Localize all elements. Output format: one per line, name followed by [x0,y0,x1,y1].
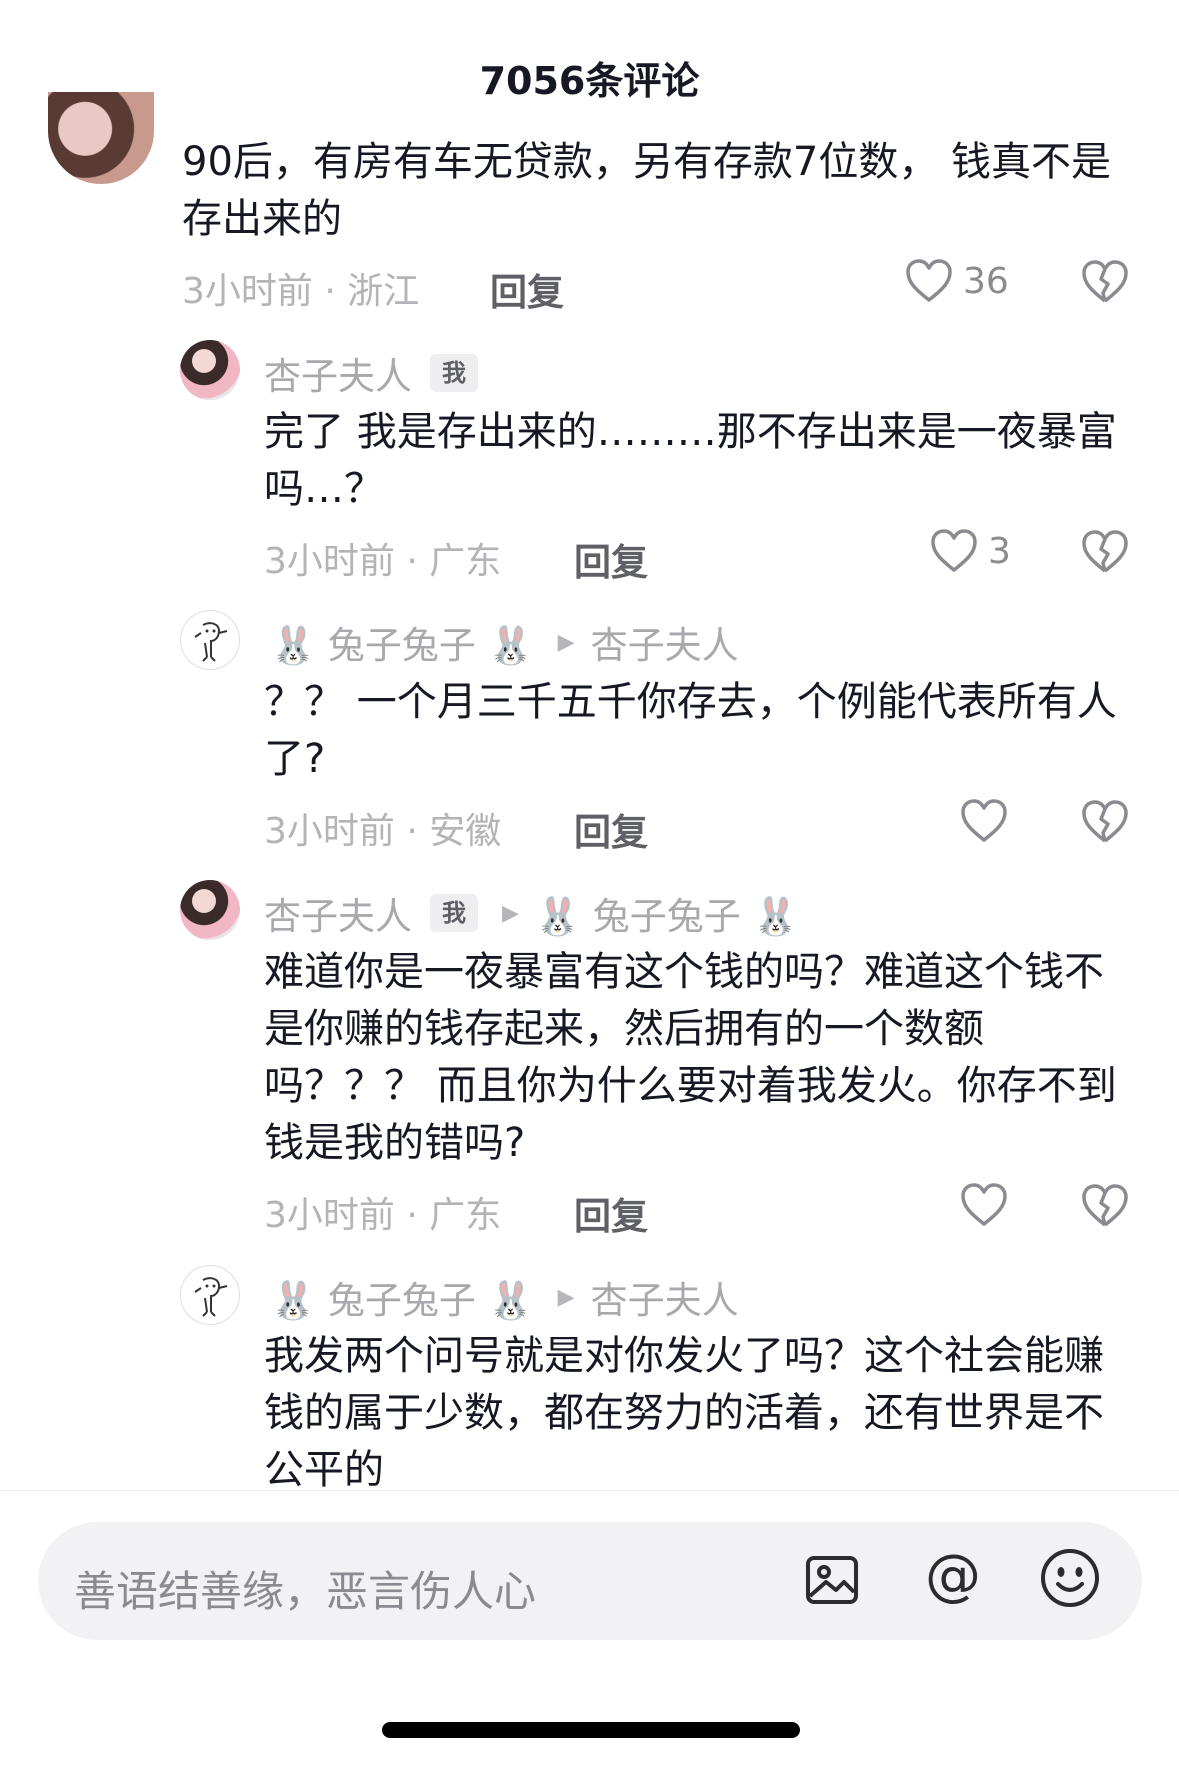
comment-author-row: 🐰 兔子兔子 🐰 ▶ 杏子夫人 [270,1270,739,1324]
reply-to-arrow-icon: ▶ [502,900,519,926]
heart-outline-icon [961,1183,1007,1226]
comment-input-placeholder: 善语结善缘，恶言伤人心 [74,1567,537,1616]
comment-author-row: 🐰 兔子兔子 🐰 ▶ 杏子夫人 [270,615,739,669]
author-name[interactable]: 🐰 兔子兔子 🐰 [270,615,534,669]
mention-button[interactable]: @ [920,1543,986,1614]
reply-button[interactable]: 回复 [490,262,564,316]
like-button[interactable] [960,798,1018,844]
heart-outline-icon [961,799,1007,842]
avatar[interactable] [180,1265,240,1325]
reply-button[interactable]: 回复 [574,1186,648,1240]
reply-button[interactable]: 回复 [574,532,648,586]
comment-meta: 3小时前 · 广东 [264,541,502,582]
avatar[interactable] [180,340,240,400]
avatar[interactable] [48,92,154,184]
comments-count-title: 7056条评论 [479,59,700,103]
sketch-figure-icon [194,622,228,662]
me-badge: 我 [430,894,478,932]
reply-to-name[interactable]: 杏子夫人 [591,615,739,669]
avatar[interactable] [180,880,240,940]
author-name[interactable]: 杏子夫人 [264,346,412,400]
comment-author-row: 杏子夫人 我 ▶ 🐰 兔子兔子 🐰 [264,886,799,940]
comment-meta: 3小时前 · 广东 [264,1195,502,1236]
like-button[interactable]: 36 [905,258,1009,304]
dislike-button[interactable] [1081,259,1129,309]
dislike-button[interactable] [1081,529,1129,579]
broken-heart-icon [1082,530,1128,573]
reply-to-arrow-icon: ▶ [557,1284,575,1310]
reply-to-arrow-icon: ▶ [557,629,575,655]
heart-outline-icon [906,259,952,302]
image-icon [806,1556,858,1604]
comment-meta: 3小时前 · 浙江 [182,271,420,312]
heart-outline-icon [931,529,977,572]
home-indicator[interactable] [382,1722,800,1738]
broken-heart-icon [1082,800,1128,843]
comment-text: 完了 我是存出来的………那不存出来是一夜暴富吗…？ [264,409,1117,512]
me-badge: 我 [430,354,478,392]
divider [0,1490,1179,1491]
like-button[interactable]: 3 [930,528,1011,574]
dislike-button[interactable] [1081,799,1129,849]
broken-heart-icon [1082,260,1128,303]
smiley-icon [1041,1549,1099,1607]
comment-text: 我发两个问号就是对你发火了吗？这个社会能赚钱的属于少数，都在努力的活着，还有世界… [264,1333,1104,1490]
reply-to-name[interactable]: 杏子夫人 [591,1270,739,1324]
author-name[interactable]: 🐰 兔子兔子 🐰 [270,1270,534,1324]
like-count: 36 [963,260,1009,302]
dislike-button[interactable] [1081,1183,1129,1233]
avatar[interactable] [180,610,240,670]
svg-text:@: @ [925,1544,981,1608]
reply-to-name[interactable]: 🐰 兔子兔子 🐰 [535,886,799,940]
author-name[interactable]: 杏子夫人 [264,886,412,940]
broken-heart-icon [1082,1184,1128,1227]
at-icon: @ [925,1543,981,1608]
comment-input[interactable]: 善语结善缘，恶言伤人心 @ [38,1522,1142,1640]
image-button[interactable] [802,1550,862,1614]
reply-button[interactable]: 回复 [574,802,648,856]
emoji-button[interactable] [1038,1546,1102,1614]
comment-meta: 3小时前 · 安徽 [264,811,502,852]
like-button[interactable] [960,1182,1018,1228]
comment-text: 90后，有房有车无贷款，另有存款7位数， 钱真不是存出来的 [182,139,1112,242]
comment-author-row: 杏子夫人 我 [264,346,478,400]
sketch-figure-icon [194,1277,228,1317]
comment-text: ？？ 一个月三千五千你存去，个例能代表所有人了? [264,679,1117,782]
like-count: 3 [988,530,1011,572]
comment-text: 难道你是一夜暴富有这个钱的吗？难道这个钱不是你赚的钱存起来，然后拥有的一个数额吗… [264,949,1117,1166]
